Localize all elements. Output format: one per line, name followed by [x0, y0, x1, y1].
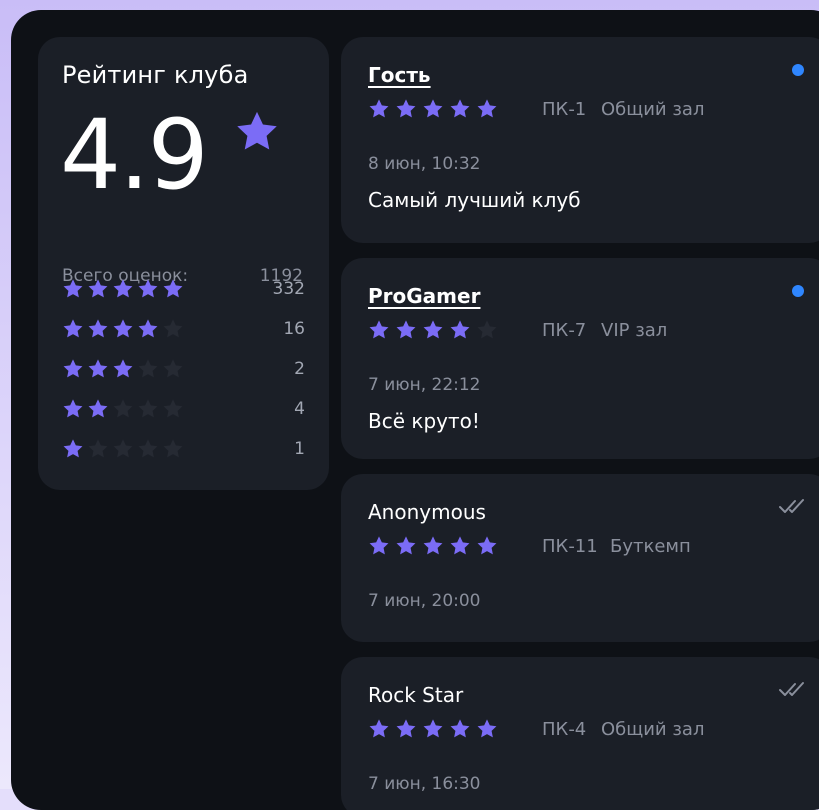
star-icon [113, 319, 133, 338]
rating-row-1: 1 [62, 438, 305, 462]
rating-score: 4.9 [60, 99, 209, 211]
star-icon [138, 399, 158, 418]
star-icon [88, 279, 108, 298]
star-icon [423, 719, 443, 738]
star-icon [88, 359, 108, 378]
star-rating [62, 318, 184, 340]
review-date: 7 июн, 22:12 [368, 375, 481, 395]
device-frame: Рейтинг клуба 4.9 Всего оценок: 1192 332… [0, 0, 819, 810]
review-card[interactable]: Anonymous ПК-11 Буткемп 7 июн, 20:00 [341, 474, 819, 642]
star-icon [163, 359, 183, 378]
rating-row-4: 16 [62, 318, 305, 342]
star-icon [477, 320, 497, 339]
review-star-rating [368, 98, 498, 120]
star-icon [423, 320, 443, 339]
star-icon [138, 279, 158, 298]
star-icon [63, 399, 83, 418]
review-text: Всё круто! [368, 409, 480, 433]
review-text: Самый лучший клуб [368, 188, 581, 212]
review-hall: VIP зал [601, 320, 668, 341]
star-icon [138, 319, 158, 338]
star-icon [369, 719, 389, 738]
star-icon [477, 99, 497, 118]
star-icon [88, 439, 108, 458]
rating-row-count: 1 [294, 439, 305, 459]
star-icon [450, 99, 470, 118]
rating-row-3: 2 [62, 358, 305, 382]
rating-row-count: 332 [272, 279, 305, 299]
star-icon [477, 719, 497, 738]
review-star-rating [368, 319, 498, 341]
star-icon [63, 319, 83, 338]
star-icon [163, 439, 183, 458]
star-rating [62, 358, 184, 380]
star-icon [138, 359, 158, 378]
review-author: Rock Star [368, 683, 464, 707]
review-star-rating [368, 535, 498, 557]
star-icon [369, 536, 389, 555]
star-icon [423, 99, 443, 118]
double-check-icon [779, 682, 804, 696]
star-icon [88, 399, 108, 418]
double-check-icon [779, 499, 804, 513]
star-icon [113, 279, 133, 298]
star-icon [113, 399, 133, 418]
rating-row-count: 2 [294, 359, 305, 379]
star-icon [113, 359, 133, 378]
review-hall: Буткемп [610, 536, 691, 557]
review-pc: ПК-4 [542, 719, 587, 740]
review-card[interactable]: Гость ПК-1 Общий зал 8 июн, 10:32 Самый лучш… [341, 37, 819, 243]
review-hall: Общий зал [601, 719, 705, 740]
rating-row-count: 16 [283, 319, 305, 339]
rating-row-5: 332 [62, 278, 305, 302]
star-icon [396, 536, 416, 555]
star-rating [62, 438, 184, 460]
review-card[interactable]: Rock Star ПК-4 Общий зал 7 июн, 16:30 [341, 657, 819, 810]
star-icon [396, 320, 416, 339]
star-icon [369, 99, 389, 118]
review-author: Anonymous [368, 500, 486, 524]
star-icon [450, 536, 470, 555]
rating-title: Рейтинг клуба [62, 61, 249, 89]
star-icon [113, 439, 133, 458]
star-icon [163, 279, 183, 298]
review-date: 7 июн, 20:00 [368, 591, 481, 611]
star-icon [88, 319, 108, 338]
review-date: 8 июн, 10:32 [368, 154, 481, 174]
review-pc: ПК-11 [542, 536, 598, 557]
star-icon [369, 320, 389, 339]
review-hall: Общий зал [601, 99, 705, 120]
star-rating [62, 278, 184, 300]
star-icon [423, 536, 443, 555]
star-icon [396, 99, 416, 118]
star-icon [163, 319, 183, 338]
star-icon [237, 111, 277, 150]
star-icon [138, 439, 158, 458]
rating-summary-card: Рейтинг клуба 4.9 Всего оценок: 1192 332… [38, 37, 329, 490]
reviews-screen: Рейтинг клуба 4.9 Всего оценок: 1192 332… [11, 10, 819, 810]
star-icon [450, 719, 470, 738]
star-icon [63, 359, 83, 378]
review-pc: ПК-1 [542, 99, 587, 120]
review-date: 7 июн, 16:30 [368, 774, 481, 794]
rating-row-count: 4 [294, 399, 305, 419]
star-rating [62, 398, 184, 420]
review-author[interactable]: ProGamer [368, 284, 480, 308]
rating-row-2: 4 [62, 398, 305, 422]
review-star-rating [368, 718, 498, 740]
star-icon [450, 320, 470, 339]
star-icon [396, 719, 416, 738]
unread-dot-icon [792, 285, 804, 297]
review-card[interactable]: ProGamer ПК-7 VIP зал 7 июн, 22:12 Всё круто… [341, 258, 819, 459]
star-icon [63, 439, 83, 458]
star-icon [477, 536, 497, 555]
star-icon [63, 279, 83, 298]
star-icon [163, 399, 183, 418]
unread-dot-icon [792, 64, 804, 76]
review-pc: ПК-7 [542, 320, 587, 341]
review-author[interactable]: Гость [368, 63, 431, 87]
